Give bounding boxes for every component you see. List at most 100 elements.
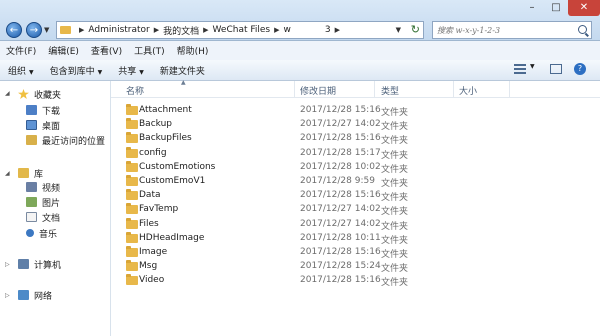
search-box[interactable] bbox=[432, 21, 592, 39]
sidebar-item-computer[interactable]: 计算机 bbox=[18, 257, 61, 271]
menu-view[interactable]: 查看(V) bbox=[85, 44, 128, 57]
file-name[interactable]: CustomEmotions bbox=[139, 162, 215, 172]
table-row[interactable]: Files 2017/12/27 14:02 文件夹 bbox=[111, 217, 600, 232]
sidebar-item-label: 网络 bbox=[34, 291, 53, 302]
organize-button[interactable]: 组织 ▼ bbox=[0, 64, 42, 77]
breadcrumb-separator-icon[interactable]: ▶ bbox=[274, 26, 279, 34]
table-row[interactable]: FavTemp 2017/12/27 14:02 文件夹 bbox=[111, 202, 600, 217]
file-name[interactable]: Files bbox=[139, 219, 159, 229]
breadcrumb-separator-icon[interactable]: ▶ bbox=[335, 26, 340, 34]
file-name[interactable]: HDHeadImage bbox=[139, 233, 204, 243]
file-date-modified: 2017/12/28 15:16 bbox=[300, 105, 381, 115]
expand-collapse-icon[interactable]: ◢ bbox=[5, 90, 10, 97]
sidebar-item-downloads[interactable]: 下载 bbox=[26, 103, 60, 117]
help-icon[interactable]: ? bbox=[574, 63, 586, 75]
table-row[interactable]: Backup 2017/12/27 14:02 文件夹 bbox=[111, 117, 600, 133]
menu-help[interactable]: 帮助(H) bbox=[171, 44, 215, 57]
sidebar-item-recent-places[interactable]: 最近访问的位置 bbox=[26, 133, 105, 147]
file-name[interactable]: Video bbox=[139, 275, 164, 285]
minimize-button[interactable]: – bbox=[520, 0, 544, 16]
file-type: 文件夹 bbox=[381, 136, 409, 147]
breadcrumb-wechat-files[interactable]: WeChat Files bbox=[213, 25, 271, 35]
file-name[interactable]: Backup bbox=[139, 119, 172, 129]
address-bar[interactable]: ▶ Administrator ▶ 我的文档 ▶ WeChat Files ▶ … bbox=[56, 21, 424, 39]
computer-icon bbox=[18, 259, 29, 269]
file-name[interactable]: config bbox=[139, 148, 167, 158]
preview-pane-icon[interactable] bbox=[550, 64, 562, 74]
include-in-library-button[interactable]: 包含到库中 ▼ bbox=[42, 64, 111, 77]
new-folder-button[interactable]: 新建文件夹 bbox=[152, 64, 213, 77]
expand-collapse-icon[interactable]: ◢ bbox=[5, 170, 10, 177]
search-icon[interactable] bbox=[578, 25, 587, 34]
table-row[interactable]: Data 2017/12/28 15:16 文件夹 bbox=[111, 188, 600, 204]
column-size[interactable]: 大小 bbox=[459, 84, 477, 97]
sidebar-item-network[interactable]: 网络 bbox=[18, 288, 52, 302]
column-date-modified[interactable]: 修改日期 bbox=[300, 84, 336, 97]
table-row[interactable]: Attachment 2017/12/28 15:16 文件夹 bbox=[111, 103, 600, 118]
column-divider[interactable] bbox=[509, 81, 510, 97]
menu-tools[interactable]: 工具(T) bbox=[128, 44, 171, 57]
file-name[interactable]: BackupFiles bbox=[139, 133, 192, 143]
breadcrumb-user-folder-suffix[interactable]: 3 bbox=[325, 25, 331, 35]
menu-file[interactable]: 文件(F) bbox=[0, 44, 42, 57]
file-type: 文件夹 bbox=[381, 193, 409, 204]
column-divider[interactable] bbox=[294, 81, 295, 97]
refresh-icon[interactable]: ↻ bbox=[411, 22, 420, 38]
table-row[interactable]: BackupFiles 2017/12/28 15:16 文件夹 bbox=[111, 131, 600, 147]
file-name[interactable]: CustomEmoV1 bbox=[139, 176, 205, 186]
file-name[interactable]: Image bbox=[139, 247, 167, 257]
search-input[interactable] bbox=[437, 23, 577, 37]
libraries-icon bbox=[18, 168, 29, 178]
column-type[interactable]: 类型 bbox=[381, 84, 399, 97]
file-name[interactable]: Attachment bbox=[139, 105, 192, 115]
folder-icon bbox=[126, 260, 138, 272]
forward-button[interactable]: → bbox=[26, 22, 42, 38]
view-options-chevron-icon[interactable]: ▼ bbox=[530, 63, 535, 70]
menu-edit[interactable]: 编辑(E) bbox=[42, 44, 85, 57]
file-name[interactable]: FavTemp bbox=[139, 204, 178, 214]
table-row[interactable]: HDHeadImage 2017/12/28 10:11 文件夹 bbox=[111, 231, 600, 246]
sidebar-item-documents[interactable]: 文档 bbox=[26, 210, 60, 224]
column-name[interactable]: 名称 bbox=[126, 84, 144, 97]
breadcrumb-separator-icon[interactable]: ▶ bbox=[203, 26, 208, 34]
maximize-button[interactable]: □ bbox=[544, 0, 568, 16]
breadcrumb-administrator[interactable]: Administrator bbox=[88, 25, 149, 35]
table-row[interactable]: Msg 2017/12/28 15:24 文件夹 bbox=[111, 259, 600, 274]
expand-collapse-icon[interactable]: ▷ bbox=[5, 292, 10, 299]
column-divider[interactable] bbox=[374, 81, 375, 97]
sidebar-item-label: 文档 bbox=[42, 213, 61, 224]
table-row[interactable]: CustomEmoV1 2017/12/28 9:59 文件夹 bbox=[111, 174, 600, 189]
breadcrumb-separator-icon[interactable]: ▶ bbox=[154, 26, 159, 34]
sidebar-item-pictures[interactable]: 图片 bbox=[26, 195, 60, 209]
menu-bar: 文件(F) 编辑(E) 查看(V) 工具(T) 帮助(H) bbox=[0, 41, 600, 61]
breadcrumb-my-documents[interactable]: 我的文档 bbox=[163, 24, 199, 37]
share-button[interactable]: 共享 ▼ bbox=[110, 64, 152, 77]
file-type: 文件夹 bbox=[381, 164, 409, 175]
sidebar-item-desktop[interactable]: 桌面 bbox=[26, 118, 60, 132]
expand-collapse-icon[interactable]: ▷ bbox=[5, 261, 10, 268]
table-row[interactable]: Video 2017/12/28 15:16 文件夹 bbox=[111, 273, 600, 288]
breadcrumb-separator-icon[interactable]: ▶ bbox=[79, 26, 84, 34]
breadcrumb-user-folder[interactable]: w bbox=[284, 25, 291, 35]
file-name[interactable]: Msg bbox=[139, 261, 157, 271]
file-name[interactable]: Data bbox=[139, 190, 161, 200]
close-button[interactable]: ✕ bbox=[568, 0, 600, 16]
navigation-pane: ◢ 收藏夹 下载 桌面 最近访问的位置 ◢ 库 视频 图片 文档 音乐 ▷ 计算… bbox=[0, 81, 111, 336]
column-divider[interactable] bbox=[453, 81, 454, 97]
table-row[interactable]: config 2017/12/28 15:17 文件夹 bbox=[111, 146, 600, 161]
table-row[interactable]: CustomEmotions 2017/12/28 10:02 文件夹 bbox=[111, 160, 600, 175]
file-date-modified: 2017/12/28 15:16 bbox=[300, 190, 381, 201]
sidebar-item-label: 视频 bbox=[42, 183, 61, 194]
table-row[interactable]: Image 2017/12/28 15:16 文件夹 bbox=[111, 245, 600, 260]
sidebar-item-favorites[interactable]: 收藏夹 bbox=[18, 87, 61, 101]
sidebar-item-music[interactable]: 音乐 bbox=[26, 226, 57, 240]
back-button[interactable]: ← bbox=[6, 22, 22, 38]
recent-pages-chevron-icon[interactable]: ▼ bbox=[44, 26, 49, 34]
file-type: 文件夹 bbox=[381, 122, 409, 133]
folder-icon bbox=[60, 26, 71, 34]
sidebar-item-libraries[interactable]: 库 bbox=[18, 166, 43, 180]
view-options-icon[interactable] bbox=[514, 64, 526, 74]
sidebar-item-videos[interactable]: 视频 bbox=[26, 180, 60, 194]
file-type: 文件夹 bbox=[381, 108, 409, 118]
address-dropdown-icon[interactable]: ▼ bbox=[396, 22, 401, 38]
